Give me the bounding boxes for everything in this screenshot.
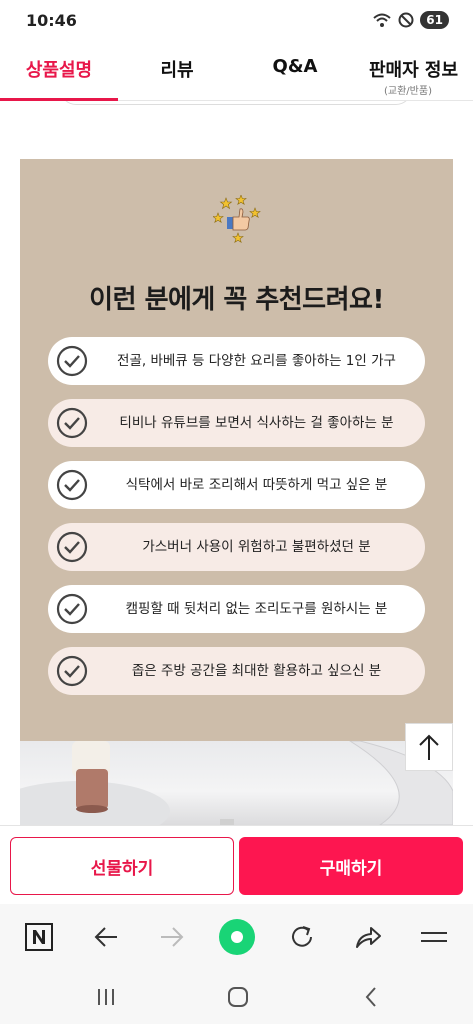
recommendation-item: 식탁에서 바로 조리해서 따뜻하게 먹고 싶은 분 bbox=[48, 461, 425, 509]
gift-button[interactable]: 선물하기 bbox=[10, 837, 234, 895]
check-circle-icon bbox=[56, 531, 88, 563]
arrow-left-icon bbox=[94, 927, 117, 947]
recommendation-text: 좁은 주방 공간을 최대한 활용하고 싶으신 분 bbox=[131, 663, 382, 679]
tab-description[interactable]: 상품설명 bbox=[0, 56, 118, 82]
hamburger-menu-icon bbox=[421, 932, 447, 942]
share-arrow-icon bbox=[356, 927, 381, 948]
tab-reviews[interactable]: 리뷰 bbox=[118, 56, 236, 82]
tab-seller-info[interactable]: 판매자 정보 bbox=[354, 56, 473, 82]
arrow-up-icon bbox=[419, 734, 439, 760]
status-bar: 10:46 61 bbox=[0, 0, 473, 40]
purchase-bar: 선물하기 구매하기 bbox=[0, 825, 473, 904]
wifi-icon bbox=[373, 13, 391, 27]
check-circle-icon bbox=[56, 655, 88, 687]
arrow-right-icon bbox=[161, 927, 184, 947]
menu-button[interactable] bbox=[414, 917, 454, 957]
recommendation-heading: 이런 분에게 꼭 추천드려요! bbox=[89, 285, 384, 315]
browser-toolbar bbox=[0, 904, 473, 970]
product-tab-bar: 상품설명 리뷰 Q&A 판매자 정보 (교환/반품) bbox=[0, 40, 473, 101]
previous-section-edge bbox=[60, 101, 412, 105]
home-icon bbox=[228, 987, 248, 1007]
check-circle-icon bbox=[56, 593, 88, 625]
back-button[interactable] bbox=[86, 917, 126, 957]
recommendation-item: 좁은 주방 공간을 최대한 활용하고 싶으신 분 bbox=[48, 647, 425, 695]
recommendation-text: 가스버너 사용이 위험하고 불편하셨던 분 bbox=[142, 539, 371, 555]
forward-button[interactable] bbox=[152, 917, 192, 957]
reload-button[interactable] bbox=[282, 917, 322, 957]
system-navigation-bar bbox=[0, 970, 473, 1024]
recommendation-item: 티비나 유튜브를 보면서 식사하는 걸 좋아하는 분 bbox=[48, 399, 425, 447]
recommendation-text: 식탁에서 바로 조리해서 따뜻하게 먹고 싶은 분 bbox=[125, 477, 388, 493]
green-dot-icon bbox=[219, 919, 255, 955]
tab-qna[interactable]: Q&A bbox=[236, 56, 354, 77]
recommendation-item: 전골, 바베큐 등 다양한 요리를 좋아하는 1인 가구 bbox=[48, 337, 425, 385]
naver-home-button[interactable] bbox=[19, 917, 59, 957]
check-circle-icon bbox=[56, 345, 88, 377]
recommendation-item: 가스버너 사용이 위험하고 불편하셨던 분 bbox=[48, 523, 425, 571]
refresh-icon bbox=[292, 926, 312, 947]
status-icons: 61 bbox=[372, 11, 449, 29]
buy-button[interactable]: 구매하기 bbox=[239, 837, 463, 895]
product-description[interactable]: 이런 분에게 꼭 추천드려요! 전골, 바베큐 등 다양한 요리를 좋아하는 1… bbox=[0, 101, 473, 825]
status-time: 10:46 bbox=[26, 11, 77, 30]
check-circle-icon bbox=[56, 469, 88, 501]
product-photo bbox=[20, 741, 453, 825]
check-circle-icon bbox=[56, 407, 88, 439]
green-dot-button[interactable] bbox=[217, 917, 257, 957]
system-back-button[interactable] bbox=[351, 982, 391, 1012]
recommendation-panel: 이런 분에게 꼭 추천드려요! 전골, 바베큐 등 다양한 요리를 좋아하는 1… bbox=[20, 159, 453, 741]
recommendation-item: 캠핑할 때 뒷처리 없는 조리도구를 원하시는 분 bbox=[48, 585, 425, 633]
tab-seller-info-sub: (교환/반품) bbox=[384, 86, 432, 97]
recent-apps-button[interactable] bbox=[86, 982, 126, 1012]
recent-apps-icon bbox=[98, 989, 114, 1005]
recommendation-text: 캠핑할 때 뒷처리 없는 조리도구를 원하시는 분 bbox=[125, 601, 388, 617]
share-button[interactable] bbox=[348, 917, 388, 957]
thumbs-up-stars-icon bbox=[213, 195, 261, 244]
battery-indicator: 61 bbox=[420, 11, 449, 29]
product-photo-image bbox=[20, 741, 453, 825]
naver-logo-icon bbox=[25, 923, 53, 951]
recommendation-text: 전골, 바베큐 등 다양한 요리를 좋아하는 1인 가구 bbox=[117, 353, 396, 369]
home-button[interactable] bbox=[218, 982, 258, 1012]
scroll-to-top-button[interactable] bbox=[405, 723, 453, 771]
do-not-disturb-icon bbox=[398, 12, 414, 28]
recommendation-text: 티비나 유튜브를 보면서 식사하는 걸 좋아하는 분 bbox=[119, 415, 394, 431]
chevron-left-icon bbox=[365, 987, 376, 1007]
